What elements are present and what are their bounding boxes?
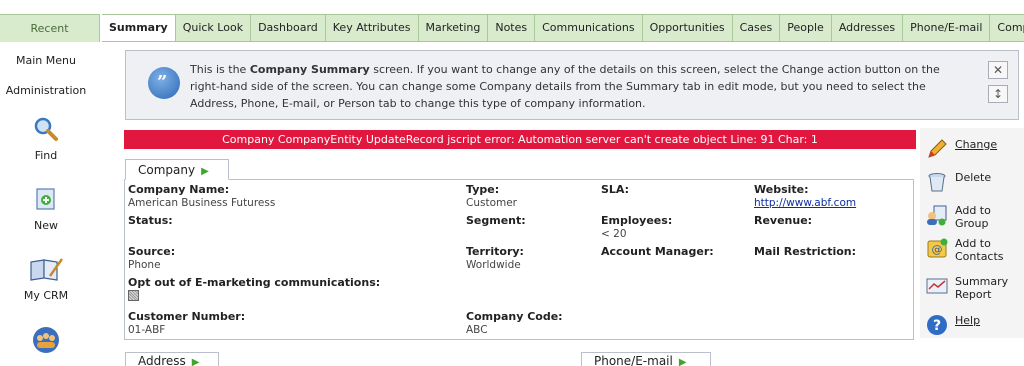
main-tab-bar: Summary Quick Look Dashboard Key Attribu… <box>102 14 1024 42</box>
tab-dashboard[interactable]: Dashboard <box>251 14 326 41</box>
sidebar: Main Menu Administration Find New My CRM <box>0 42 100 366</box>
expand-icon[interactable]: ↕ <box>988 85 1008 103</box>
play-arrow-icon: ▶ <box>191 357 200 366</box>
trash-icon <box>928 173 946 192</box>
close-icon[interactable]: ✕ <box>988 61 1008 79</box>
tab-addresses[interactable]: Addresses <box>831 14 904 41</box>
summary-report-button[interactable]: Summary Report <box>926 275 1022 301</box>
administration-link[interactable]: Administration <box>0 84 92 97</box>
company-section-tab[interactable]: Company ▶ <box>125 159 229 180</box>
add-contact-icon: @ <box>927 238 948 258</box>
sidebar-item-find[interactable]: Find <box>0 116 92 162</box>
tab-company-team[interactable]: Company Te <box>990 14 1024 41</box>
pencil-icon <box>928 139 947 158</box>
svg-text:@: @ <box>932 243 943 256</box>
sidebar-item-my-crm[interactable]: My CRM <box>0 256 92 302</box>
tab-communications[interactable]: Communications <box>535 14 643 41</box>
field-website: Website: http://www.abf.com <box>754 183 857 209</box>
error-banner: Company CompanyEntity UpdateRecord jscri… <box>124 130 916 149</box>
field-company-name: Company Name: American Business Futuress <box>128 183 276 209</box>
magnifier-icon <box>34 117 58 141</box>
field-source: Source: Phone <box>128 245 176 271</box>
add-to-group-icon <box>927 205 947 226</box>
tab-opportunities[interactable]: Opportunities <box>642 14 733 41</box>
field-type: Type: Customer <box>466 183 518 209</box>
speech-bubble-icon: ” <box>148 67 180 99</box>
info-message-box: ” This is the Company Summary screen. If… <box>125 50 1019 120</box>
field-revenue: Revenue: <box>754 214 813 227</box>
recent-tab[interactable]: Recent <box>0 14 100 42</box>
tab-marketing[interactable]: Marketing <box>418 14 489 41</box>
tab-quick-look[interactable]: Quick Look <box>175 14 252 41</box>
field-customer-number: Customer Number: 01-ABF <box>128 310 246 336</box>
add-to-group-button[interactable]: Add to Group <box>926 204 1024 230</box>
field-status: Status: <box>128 214 173 227</box>
sidebar-item-team[interactable] <box>0 326 92 357</box>
field-segment: Segment: <box>466 214 526 227</box>
tab-summary[interactable]: Summary <box>102 14 176 41</box>
add-to-contacts-button[interactable]: @ Add to Contacts <box>926 237 1022 263</box>
help-icon: ? <box>927 315 947 335</box>
field-opt-out: Opt out of E-marketing communications: <box>128 276 381 289</box>
sidebar-item-label: Find <box>34 149 58 162</box>
play-arrow-icon: ▶ <box>678 357 687 366</box>
play-arrow-icon: ▶ <box>201 166 209 177</box>
tab-key-attributes[interactable]: Key Attributes <box>325 14 419 41</box>
company-details-panel: Company Name: American Business Futuress… <box>124 179 914 340</box>
sidebar-item-label: My CRM <box>23 289 69 302</box>
sidebar-item-new[interactable]: New <box>0 186 92 232</box>
help-button[interactable]: ? Help <box>926 314 980 336</box>
field-sla: SLA: <box>601 183 630 196</box>
top-strip <box>0 0 1024 12</box>
team-icon <box>33 327 59 353</box>
field-employees: Employees: < 20 <box>601 214 673 240</box>
field-company-code: Company Code: ABC <box>466 310 563 336</box>
new-document-icon <box>36 188 55 210</box>
tab-notes[interactable]: Notes <box>488 14 536 41</box>
field-mail-restriction: Mail Restriction: <box>754 245 857 258</box>
my-crm-icon <box>30 258 64 281</box>
address-section-tab[interactable]: Address ▶ <box>125 352 219 366</box>
report-icon <box>926 278 948 294</box>
delete-button[interactable]: Delete <box>926 171 991 193</box>
action-panel: Change Delete Add to Group @ Add to Cont… <box>920 128 1024 338</box>
field-account-manager: Account Manager: <box>601 245 714 258</box>
opt-out-checkbox[interactable] <box>128 290 139 301</box>
tab-cases[interactable]: Cases <box>732 14 781 41</box>
info-message: This is the Company Summary screen. If y… <box>190 63 940 110</box>
phone-email-section-tab[interactable]: Phone/E-mail ▶ <box>581 352 711 366</box>
field-territory: Territory: Worldwide <box>466 245 524 271</box>
tab-phone-email[interactable]: Phone/E-mail <box>903 14 991 41</box>
website-link[interactable]: http://www.abf.com <box>754 197 856 209</box>
main-menu-link[interactable]: Main Menu <box>0 54 92 67</box>
svg-text:?: ? <box>933 318 941 334</box>
change-button[interactable]: Change <box>926 138 997 160</box>
sidebar-item-label: New <box>34 219 58 232</box>
tab-people[interactable]: People <box>780 14 832 41</box>
